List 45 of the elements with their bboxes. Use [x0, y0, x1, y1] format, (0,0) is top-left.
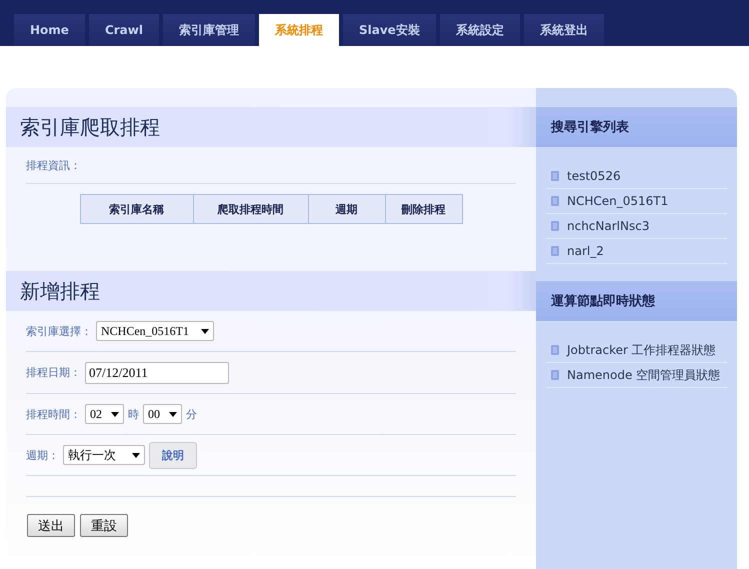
field-label: 索引庫選擇： — [26, 324, 92, 338]
column-header: 週期 — [308, 195, 384, 223]
unit-label: 分 — [186, 406, 197, 422]
period-select[interactable]: 執行一次 — [63, 445, 145, 465]
document-icon — [551, 171, 559, 181]
sidebar-link[interactable]: NCHCen_0516T1 — [567, 194, 668, 208]
nav-tab[interactable]: 系統設定 — [440, 14, 520, 46]
nav-tab[interactable]: Slave安裝 — [342, 14, 436, 46]
minute-select[interactable]: 00 — [143, 404, 182, 424]
field-label: 排程日期： — [26, 365, 81, 380]
hour-select[interactable]: 02 — [85, 404, 124, 424]
caret-icon — [111, 412, 119, 416]
index-select[interactable]: NCHCen_0516T1 — [96, 321, 214, 341]
column-header: 爬取排程時間 — [192, 195, 308, 223]
sidebar-link[interactable]: narl_2 — [567, 244, 604, 258]
document-icon — [551, 246, 559, 256]
field-label: 週期： — [26, 448, 59, 462]
field-label: 排程時間： — [26, 406, 81, 422]
document-icon — [551, 370, 559, 380]
date-field[interactable]: 07/12/2011 — [85, 362, 229, 384]
caret-icon — [169, 412, 177, 416]
form-button[interactable]: 重設 — [80, 514, 128, 537]
sidebar-link[interactable]: Namenode 空間管理員狀態 — [567, 366, 720, 384]
document-icon — [551, 221, 559, 231]
nav-tab[interactable]: Crawl — [88, 14, 159, 46]
unit-label: 時 — [128, 406, 139, 422]
section-title: 索引庫爬取排程 — [20, 114, 160, 140]
help-button[interactable]: 說明 — [149, 442, 197, 468]
nav-tab[interactable]: 系統登出 — [524, 14, 604, 46]
column-header: 索引庫名稱 — [108, 202, 165, 218]
sidebar-link[interactable]: test0526 — [567, 169, 621, 183]
sidebar-link[interactable]: nchcNarlNsc3 — [567, 219, 650, 233]
document-icon — [551, 345, 559, 355]
form-button[interactable]: 送出 — [27, 514, 75, 537]
nav-tab[interactable]: Home — [14, 14, 85, 46]
sidebar-title: 運算節點即時狀態 — [551, 292, 655, 310]
nav-tab[interactable]: 索引庫管理 — [162, 14, 255, 46]
info-label: 排程資訊： — [26, 158, 81, 172]
caret-icon — [132, 452, 140, 458]
sidebar-link[interactable]: Jobtracker 工作排程器狀態 — [567, 342, 716, 358]
caret-icon — [201, 328, 209, 334]
column-header: 刪除排程 — [384, 195, 462, 223]
sidebar-title: 搜尋引擎列表 — [551, 119, 629, 136]
section-title: 新增排程 — [20, 278, 100, 304]
document-icon — [551, 196, 559, 206]
